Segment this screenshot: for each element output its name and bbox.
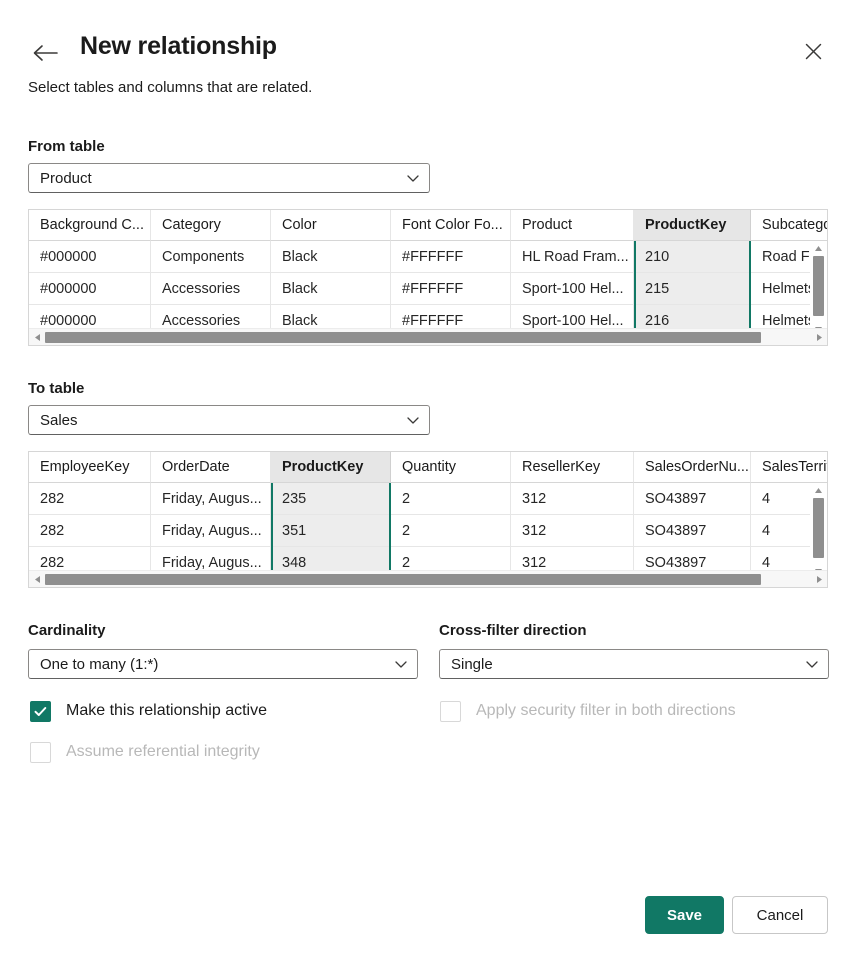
vertical-scrollbar[interactable] bbox=[810, 483, 827, 579]
horizontal-scroll-track[interactable] bbox=[45, 329, 811, 346]
table-cell: Sport-100 Hel... bbox=[511, 273, 634, 305]
empty-checkbox-icon bbox=[440, 700, 461, 722]
table-cell: 282 bbox=[29, 483, 151, 515]
table-cell: Friday, Augus... bbox=[151, 515, 271, 547]
table-cell: #FFFFFF bbox=[391, 241, 511, 273]
vertical-scrollbar[interactable] bbox=[810, 241, 827, 337]
close-icon[interactable] bbox=[796, 34, 830, 68]
table-row[interactable]: 282 Friday, Augus... 351 2 312 SO43897 4 bbox=[29, 515, 827, 547]
column-header[interactable]: SalesOrderNu... bbox=[634, 452, 751, 483]
cardinality-value: One to many (1:*) bbox=[40, 655, 159, 673]
assume-referential-integrity-label: Assume referential integrity bbox=[66, 743, 260, 760]
horizontal-scrollbar[interactable] bbox=[29, 328, 827, 345]
to-table-select[interactable]: Sales bbox=[28, 405, 430, 435]
table-cell: 312 bbox=[511, 483, 634, 515]
cross-filter-direction-label: Cross-filter direction bbox=[439, 622, 587, 639]
to-table-preview-grid[interactable]: EmployeeKey OrderDate ProductKey Quantity Re… bbox=[28, 451, 828, 588]
table-cell: 2 bbox=[391, 515, 511, 547]
table-row[interactable]: 282 Friday, Augus... 235 2 312 SO43897 4 bbox=[29, 483, 827, 515]
horizontal-scroll-thumb[interactable] bbox=[45, 573, 761, 585]
apply-security-filter-label: Apply security filter in both directions bbox=[476, 702, 736, 719]
grid-header-row: Background C... Category Color Font Color F… bbox=[29, 210, 827, 241]
scroll-left-arrow-icon[interactable] bbox=[29, 571, 45, 588]
cardinality-select[interactable]: One to many (1:*) bbox=[28, 649, 418, 679]
from-table-select[interactable]: Product bbox=[28, 163, 430, 193]
scroll-up-arrow-icon[interactable] bbox=[810, 483, 827, 498]
table-cell: 2 bbox=[391, 483, 511, 515]
column-header[interactable]: Product bbox=[511, 210, 634, 241]
make-relationship-active-label: Make this relationship active bbox=[66, 702, 267, 719]
make-relationship-active-checkbox[interactable]: Make this relationship active bbox=[30, 699, 267, 723]
table-cell: #000000 bbox=[29, 241, 151, 273]
table-cell: 312 bbox=[511, 515, 634, 547]
back-arrow-icon[interactable] bbox=[28, 38, 62, 68]
horizontal-scroll-thumb[interactable] bbox=[45, 331, 761, 343]
chevron-down-icon bbox=[804, 656, 820, 672]
table-cell: HL Road Fram... bbox=[511, 241, 634, 273]
horizontal-scroll-track[interactable] bbox=[45, 571, 811, 588]
table-cell: Accessories bbox=[151, 273, 271, 305]
column-header[interactable]: ProductKey bbox=[634, 210, 751, 241]
column-header[interactable]: Background C... bbox=[29, 210, 151, 241]
column-header[interactable]: Font Color Fo... bbox=[391, 210, 511, 241]
table-cell: #000000 bbox=[29, 273, 151, 305]
from-table-value: Product bbox=[40, 169, 92, 187]
table-row[interactable]: #000000 Components Black #FFFFFF HL Road Fra… bbox=[29, 241, 827, 273]
table-cell: #FFFFFF bbox=[391, 273, 511, 305]
table-cell: 210 bbox=[634, 241, 751, 273]
horizontal-scrollbar[interactable] bbox=[29, 570, 827, 587]
chevron-down-icon bbox=[405, 170, 421, 186]
vertical-scroll-track[interactable] bbox=[810, 256, 827, 322]
from-table-label: From table bbox=[28, 138, 105, 155]
table-cell: 235 bbox=[271, 483, 391, 515]
scroll-up-arrow-icon[interactable] bbox=[810, 241, 827, 256]
column-header[interactable]: SalesTerrit bbox=[751, 452, 827, 483]
dialog-subtitle: Select tables and columns that are relat… bbox=[28, 79, 313, 96]
column-header[interactable]: EmployeeKey bbox=[29, 452, 151, 483]
chevron-down-icon bbox=[405, 412, 421, 428]
table-cell: SO43897 bbox=[634, 515, 751, 547]
dialog-header: New relationship bbox=[28, 32, 830, 74]
table-cell: SO43897 bbox=[634, 483, 751, 515]
column-header[interactable]: Category bbox=[151, 210, 271, 241]
table-cell: Components bbox=[151, 241, 271, 273]
page-title: New relationship bbox=[80, 32, 277, 60]
scroll-left-arrow-icon[interactable] bbox=[29, 329, 45, 346]
column-header[interactable]: OrderDate bbox=[151, 452, 271, 483]
cancel-button[interactable]: Cancel bbox=[732, 896, 828, 934]
column-header[interactable]: ProductKey bbox=[271, 452, 391, 483]
table-cell: 215 bbox=[634, 273, 751, 305]
table-row[interactable]: #000000 Accessories Black #FFFFFF Sport-100 … bbox=[29, 273, 827, 305]
column-header[interactable]: Color bbox=[271, 210, 391, 241]
new-relationship-dialog: New relationship Select tables and colum… bbox=[0, 0, 858, 964]
apply-security-filter-checkbox[interactable]: Apply security filter in both directions bbox=[440, 699, 736, 723]
chevron-down-icon bbox=[393, 656, 409, 672]
to-table-label: To table bbox=[28, 380, 85, 397]
vertical-scroll-thumb[interactable] bbox=[813, 498, 824, 558]
table-cell: 282 bbox=[29, 515, 151, 547]
table-cell: Friday, Augus... bbox=[151, 483, 271, 515]
scroll-right-arrow-icon[interactable] bbox=[811, 329, 827, 346]
empty-checkbox-icon bbox=[30, 741, 51, 763]
column-header[interactable]: ResellerKey bbox=[511, 452, 634, 483]
checkmark-icon bbox=[30, 700, 51, 722]
table-cell: Black bbox=[271, 241, 391, 273]
table-cell: 351 bbox=[271, 515, 391, 547]
assume-referential-integrity-checkbox[interactable]: Assume referential integrity bbox=[30, 740, 260, 764]
cross-filter-direction-value: Single bbox=[451, 655, 493, 673]
to-table-value: Sales bbox=[40, 411, 78, 429]
vertical-scroll-thumb[interactable] bbox=[813, 256, 824, 316]
column-header[interactable]: Subcategd bbox=[751, 210, 827, 241]
table-cell: Black bbox=[271, 273, 391, 305]
vertical-scroll-track[interactable] bbox=[810, 498, 827, 564]
cardinality-label: Cardinality bbox=[28, 622, 106, 639]
save-button[interactable]: Save bbox=[645, 896, 724, 934]
grid-header-row: EmployeeKey OrderDate ProductKey Quantity Re… bbox=[29, 452, 827, 483]
from-table-preview-grid[interactable]: Background C... Category Color Font Color F… bbox=[28, 209, 828, 346]
column-header[interactable]: Quantity bbox=[391, 452, 511, 483]
cross-filter-direction-select[interactable]: Single bbox=[439, 649, 829, 679]
scroll-right-arrow-icon[interactable] bbox=[811, 571, 827, 588]
